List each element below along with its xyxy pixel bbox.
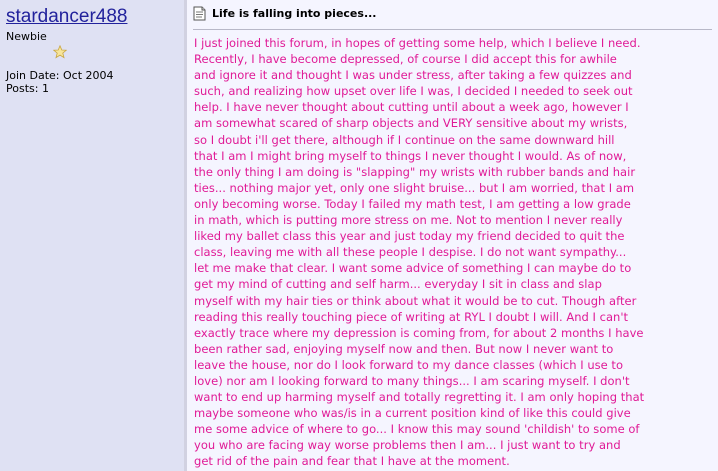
document-icon [193,6,206,20]
forum-post: stardancer488 Newbie Join Date: Oct 2004… [0,0,718,471]
join-date: Join Date: Oct 2004 [6,69,114,82]
message-line: the only thing I am doing is "slapping" … [194,164,636,179]
post-content: Life is falling into pieces... I just jo… [187,0,718,471]
message-line: get rid of the pain and fear that I have… [194,454,510,469]
message-line: ties... nothing major yet, only one slig… [194,180,635,195]
message-line: in math, which is putting more stress on… [194,213,623,228]
post-title: Life is falling into pieces... [212,6,377,20]
message-line: exactly trace where my depression is com… [194,325,644,340]
message-line: help. I have never thought about cutting… [194,100,629,115]
user-stats: Join Date: Oct 2004 Posts: 1 [6,69,184,95]
message-line: such, and realizing how upset over life … [194,84,633,99]
message-line: am somewhat scared of sharp objects and … [194,116,628,131]
message-line: and ignore it and thought I was under st… [194,68,632,83]
message-line: leave the house, nor do I look forward t… [194,357,623,372]
post-message: I just joined this forum, in hopes of ge… [193,35,712,470]
message-line: want to end up harming myself and totall… [194,390,645,405]
message-line: maybe someone who was/is in a current po… [194,406,631,421]
user-title: Newbie [6,30,47,43]
post-header: Life is falling into pieces... [193,5,712,21]
post-count: Posts: 1 [6,82,49,95]
message-line: you who are facing way worse problems th… [194,438,621,453]
message-line: that I am I might bring myself to things… [194,148,627,163]
message-line: liked my ballet class this year and just… [194,229,625,244]
message-line: me some advice of where to go... I know … [194,422,640,437]
message-line: myself with my hair ties or think about … [194,293,637,308]
message-line: love) nor am I looking forward to many t… [194,373,630,388]
message-line: only becoming worse. Today I failed my m… [194,196,631,211]
message-line: Recently, I have become depressed, of co… [194,52,617,67]
message-line: class, leaving me with all these people … [194,245,627,260]
message-line: get my mind of cutting and self harm... … [194,277,602,292]
title-divider [193,29,712,30]
user-info-sidebar: stardancer488 Newbie Join Date: Oct 2004… [0,0,184,471]
message-line: been rather sad, enjoying myself now and… [194,341,614,356]
star-icon [53,45,67,59]
message-line: reading this really touching piece of wr… [194,309,629,324]
message-line: I just joined this forum, in hopes of ge… [194,36,641,50]
message-line: let me make that clear. I want some advi… [194,261,632,276]
username-link[interactable]: stardancer488 [6,6,184,28]
message-line: so I doubt i'll get there, although if I… [194,132,615,147]
